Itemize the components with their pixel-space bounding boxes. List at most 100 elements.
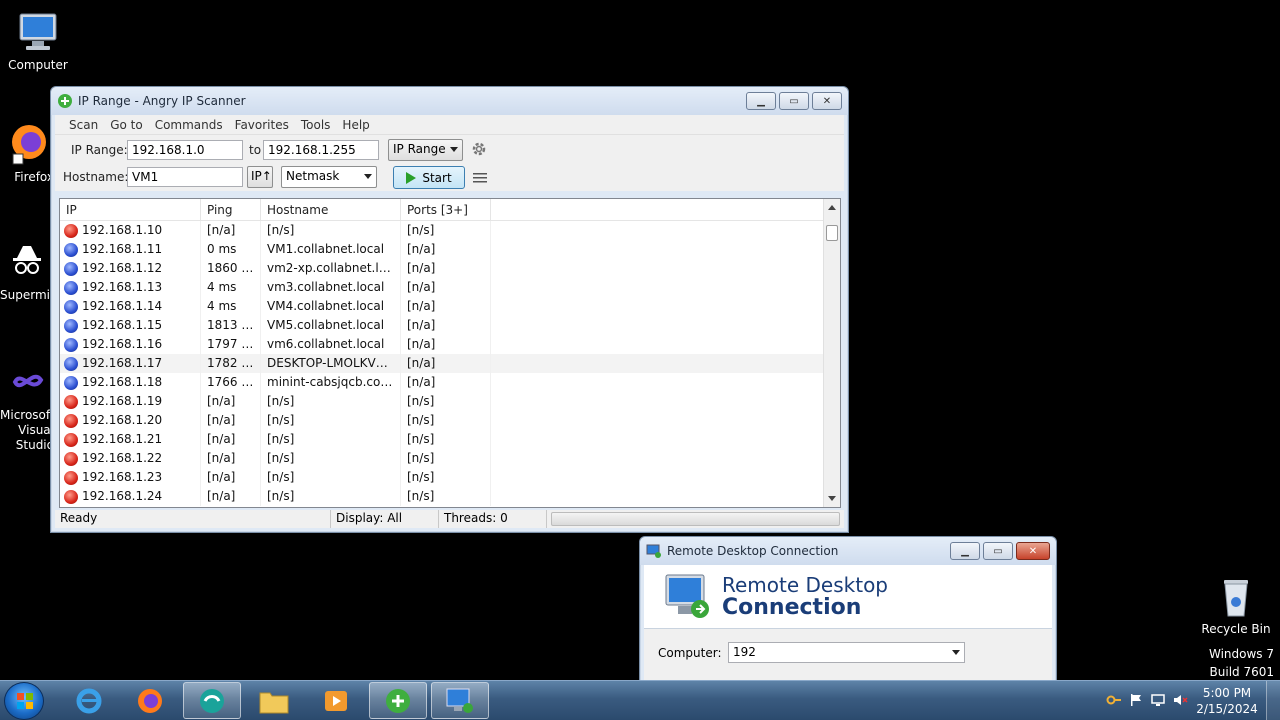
windows-logo-icon [17, 693, 33, 709]
media-player-icon [325, 690, 347, 711]
results-table[interactable]: IP Ping Hostname Ports [3+] 192.168.1.10… [59, 198, 841, 508]
table-row[interactable]: 192.168.1.16 1797 ms vm6.collabnet.local [n… [60, 335, 840, 354]
feeder-select[interactable]: IP Range [388, 139, 463, 161]
taskbar-explorer[interactable] [245, 682, 303, 719]
vertical-scrollbar[interactable] [823, 199, 840, 507]
desktop-icon-recycle-bin[interactable]: Recycle Bin [1198, 572, 1274, 637]
column-ports[interactable]: Ports [3+] [401, 199, 491, 220]
cell-ports: [n/s] [401, 411, 491, 430]
cell-ping: [n/a] [201, 411, 261, 430]
start-button[interactable]: Start [393, 166, 465, 189]
cell-ip-text: 192.168.1.11 [82, 242, 163, 256]
cell-ping: [n/a] [201, 392, 261, 411]
hostname-input[interactable] [127, 167, 243, 187]
play-icon [406, 171, 417, 184]
cell-hostname: vm3.collabnet.local [261, 278, 401, 297]
cell-ports: [n/a] [401, 240, 491, 259]
chevron-down-icon[interactable] [952, 650, 960, 655]
desktop-icon-label: Computer [8, 58, 68, 72]
computer-input-value[interactable]: 192 [733, 645, 756, 659]
remote-desktop-window[interactable]: Remote Desktop Connection ▁ ▭ ✕ Remote D… [639, 536, 1057, 689]
table-row[interactable]: 192.168.1.13 4 ms vm3.collabnet.local [n/a] [60, 278, 840, 297]
ip-up-button[interactable]: IP↑ [247, 166, 273, 188]
table-row[interactable]: 192.168.1.19 [n/a] [n/s] [n/s] [60, 392, 840, 411]
rdp-titlebar[interactable]: Remote Desktop Connection ▁ ▭ ✕ [640, 537, 1056, 565]
taskbar-remote-desktop[interactable] [431, 682, 489, 719]
cell-ip: 192.168.1.18 [60, 373, 201, 392]
taskbar-chat-app[interactable] [183, 682, 241, 719]
table-row[interactable]: 192.168.1.18 1766 ms minint-cabsjqcb.colla… [60, 373, 840, 392]
cell-ping: [n/a] [201, 449, 261, 468]
table-row[interactable]: 192.168.1.17 1782 ms DESKTOP-LMOLKVH.... [n… [60, 354, 840, 373]
rdp-close-button[interactable]: ✕ [1016, 542, 1050, 560]
table-row[interactable]: 192.168.1.22 [n/a] [n/s] [n/s] [60, 449, 840, 468]
host-status-icon [64, 413, 78, 428]
rdp-maximize-button[interactable]: ▭ [983, 542, 1013, 560]
table-row[interactable]: 192.168.1.24 [n/a] [n/s] [n/s] [60, 487, 840, 506]
maximize-button[interactable]: ▭ [779, 92, 809, 110]
table-row[interactable]: 192.168.1.11 0 ms VM1.collabnet.local [n/a] [60, 240, 840, 259]
column-ping[interactable]: Ping [201, 199, 261, 220]
table-row[interactable]: 192.168.1.21 [n/a] [n/s] [n/s] [60, 430, 840, 449]
cell-ping: 1860 ms [201, 259, 261, 278]
host-status-icon [64, 261, 78, 276]
table-row[interactable]: 192.168.1.14 4 ms VM4.collabnet.local [n/a] [60, 297, 840, 316]
taskbar-internet-explorer[interactable] [60, 682, 118, 719]
scroll-up-icon[interactable] [828, 205, 836, 210]
taskbar-angry-ip-scanner[interactable] [369, 682, 427, 719]
taskbar-clock[interactable]: 5:00 PM 2/15/2024 [1192, 685, 1262, 717]
action-center-flag-icon[interactable] [1128, 692, 1144, 711]
maximize-icon: ▭ [789, 95, 799, 107]
menu-help[interactable]: Help [336, 118, 375, 132]
table-row[interactable]: 192.168.1.20 [n/a] [n/s] [n/s] [60, 411, 840, 430]
desktop-icon-label: Firefox [14, 170, 54, 184]
menu-favorites[interactable]: Favorites [229, 118, 295, 132]
show-desktop-button[interactable] [1266, 681, 1280, 720]
start-button-orb[interactable] [4, 682, 44, 720]
volume-muted-icon[interactable] [1172, 692, 1188, 711]
netmask-select[interactable]: Netmask [281, 166, 377, 188]
taskbar-media-player[interactable] [307, 682, 365, 719]
table-row[interactable]: 192.168.1.12 1860 ms vm2-xp.collabnet.loca… [60, 259, 840, 278]
close-icon: ✕ [1028, 545, 1038, 557]
scroll-down-icon[interactable] [828, 496, 836, 501]
cell-ping: [n/a] [201, 221, 261, 240]
cell-ip: 192.168.1.13 [60, 278, 201, 297]
table-row[interactable]: 192.168.1.15 1813 ms VM5.collabnet.local [n… [60, 316, 840, 335]
list-columns-icon[interactable] [473, 172, 487, 187]
computer-combobox[interactable]: 192 [728, 642, 965, 663]
rdp-monitor-icon [446, 688, 473, 713]
taskbar-firefox[interactable] [121, 682, 179, 719]
menu-scan[interactable]: Scan [63, 118, 104, 132]
rdp-window-title: Remote Desktop Connection [667, 544, 839, 558]
chevron-down-icon [450, 147, 458, 152]
host-status-icon [64, 337, 78, 352]
ip-start-input[interactable] [127, 140, 243, 160]
cell-ports: [n/s] [401, 468, 491, 487]
minimize-button[interactable]: ▁ [746, 92, 776, 110]
ip-end-input[interactable] [263, 140, 379, 160]
table-row[interactable]: 192.168.1.10 [n/a] [n/s] [n/s] [60, 221, 840, 240]
host-status-icon [64, 280, 78, 295]
menu-goto[interactable]: Go to [104, 118, 149, 132]
table-row[interactable]: 192.168.1.23 [n/a] [n/s] [n/s] [60, 468, 840, 487]
angry-ip-scanner-window[interactable]: IP Range - Angry IP Scanner ▁ ▭ ✕ Scan G… [50, 86, 849, 533]
scroll-thumb[interactable] [826, 225, 838, 241]
desktop-icon-firefox[interactable]: Firefox [0, 120, 54, 185]
network-icon[interactable] [1150, 692, 1166, 711]
menu-commands[interactable]: Commands [149, 118, 229, 132]
ipscanner-titlebar[interactable]: IP Range - Angry IP Scanner ▁ ▭ ✕ [51, 87, 848, 115]
rdp-minimize-button[interactable]: ▁ [950, 542, 980, 560]
cell-ip: 192.168.1.10 [60, 221, 201, 240]
cell-ping: [n/a] [201, 468, 261, 487]
desktop-icon-visual-studio[interactable]: Microsoft Visual Studio [0, 358, 54, 453]
column-hostname[interactable]: Hostname [261, 199, 401, 220]
desktop-icon-computer[interactable]: Computer [0, 8, 76, 73]
column-ip[interactable]: IP [60, 199, 201, 220]
menu-tools[interactable]: Tools [295, 118, 337, 132]
desktop-icon-supermium[interactable]: Supermium [0, 238, 54, 303]
tray-key-icon[interactable] [1106, 692, 1122, 711]
close-button[interactable]: ✕ [812, 92, 842, 110]
cell-ping: 1813 ms [201, 316, 261, 335]
gear-icon[interactable] [470, 140, 488, 161]
